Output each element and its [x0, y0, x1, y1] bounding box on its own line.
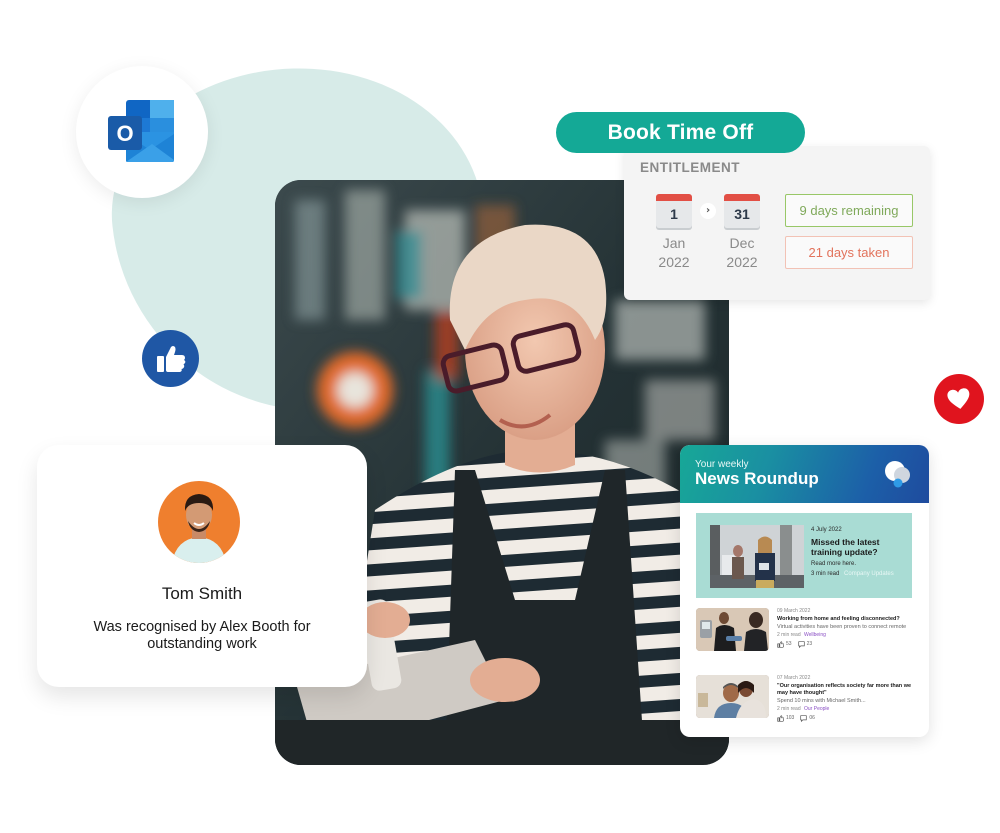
- comment-count[interactable]: 23: [797, 640, 812, 648]
- featured-article-headline[interactable]: Missed the latest training update?: [811, 537, 907, 557]
- article-date: 07 March 2022: [777, 675, 811, 681]
- featured-article-image: [710, 525, 804, 588]
- article-date: 09 March 2022: [777, 608, 811, 614]
- featured-article-meta: 3 min read Company Updates: [811, 571, 894, 577]
- heart-icon: [947, 388, 970, 409]
- article-meta: 2 min read Wellbeing: [777, 632, 912, 639]
- article-text: 09 March 2022 Working from home and feel…: [777, 608, 912, 648]
- category-link[interactable]: Our People: [804, 706, 829, 712]
- thumbs-up-icon: [777, 640, 784, 648]
- entitlement-title: ENTITLEMENT: [640, 160, 740, 175]
- news-roundup-card: Your weekly News Roundup 4 July 2022 Mis…: [680, 445, 929, 737]
- article-image: [696, 675, 769, 718]
- love-reaction[interactable]: [934, 374, 984, 424]
- like-count[interactable]: 53: [777, 640, 792, 648]
- article-meta: 2 min read Our People: [777, 706, 912, 713]
- days-remaining-badge: 9 days remaining: [785, 194, 913, 227]
- article-stats: 103 06: [777, 714, 912, 722]
- recipient-name: Tom Smith: [161, 584, 243, 603]
- article-description: Virtual activities have been proven to c…: [777, 624, 907, 630]
- featured-article[interactable]: 4 July 2022 Missed the latest training u…: [696, 513, 912, 598]
- list-item[interactable]: 09 March 2022 Working from home and feel…: [696, 608, 912, 656]
- book-time-off-button[interactable]: Book Time Off: [556, 112, 805, 153]
- article-image: [696, 608, 769, 651]
- start-date-calendar-icon[interactable]: 1: [656, 194, 692, 228]
- comment-icon: [797, 640, 805, 648]
- entitlement-card: ENTITLEMENT 1 › 31 Jan 2022 Dec 2022 9 d…: [624, 146, 930, 300]
- read-more-link[interactable]: Read more here.: [811, 561, 856, 567]
- end-date-calendar-icon[interactable]: 31: [724, 194, 760, 228]
- end-date-label: Dec 2022: [717, 234, 767, 272]
- start-year: 2022: [658, 254, 690, 270]
- read-time: 2 min read: [777, 706, 801, 712]
- thumbs-up-icon: [156, 345, 185, 372]
- read-time: 2 min read: [777, 632, 801, 638]
- list-item[interactable]: 07 March 2022 "Our organisation reflects…: [696, 675, 912, 723]
- recognition-card[interactable]: Tom Smith Was recognised by Alex Booth f…: [37, 445, 367, 687]
- article-headline[interactable]: "Our organisation reflects society far m…: [777, 683, 912, 697]
- category-link[interactable]: Wellbeing: [804, 632, 826, 638]
- article-stats: 53 23: [777, 640, 912, 648]
- like-count[interactable]: 103: [777, 714, 794, 722]
- news-header: Your weekly News Roundup: [680, 445, 929, 503]
- category-link[interactable]: Company Updates: [844, 571, 894, 577]
- article-headline[interactable]: Working from home and feeling disconnect…: [777, 616, 912, 623]
- news-title: News Roundup: [695, 469, 819, 488]
- news-logo-icon: [885, 461, 910, 488]
- end-day: 31: [734, 206, 750, 222]
- end-month: Dec: [729, 235, 755, 251]
- recognition-message: Was recognised by Alex Booth for outstan…: [93, 619, 311, 652]
- outlook-badge[interactable]: O: [76, 66, 208, 198]
- comment-count[interactable]: 06: [800, 714, 815, 722]
- svg-text:O: O: [116, 121, 133, 146]
- days-taken-badge: 21 days taken: [785, 236, 913, 269]
- article-description: Spend 10 mins with Michael Smith...: [777, 698, 866, 704]
- start-day: 1: [670, 206, 678, 222]
- article-text: 07 March 2022 "Our organisation reflects…: [777, 675, 912, 722]
- thumbs-up-icon: [777, 714, 784, 722]
- read-time: 3 min read: [811, 571, 840, 577]
- outlook-icon: O: [108, 100, 174, 162]
- chevron-right-icon: ›: [700, 203, 716, 219]
- like-reaction[interactable]: [142, 330, 199, 387]
- start-month: Jan: [662, 235, 686, 251]
- comment-icon: [800, 714, 807, 722]
- end-year: 2022: [726, 254, 758, 270]
- avatar: [158, 481, 240, 563]
- start-date-label: Jan 2022: [649, 234, 699, 272]
- featured-article-date: 4 July 2022: [811, 527, 842, 533]
